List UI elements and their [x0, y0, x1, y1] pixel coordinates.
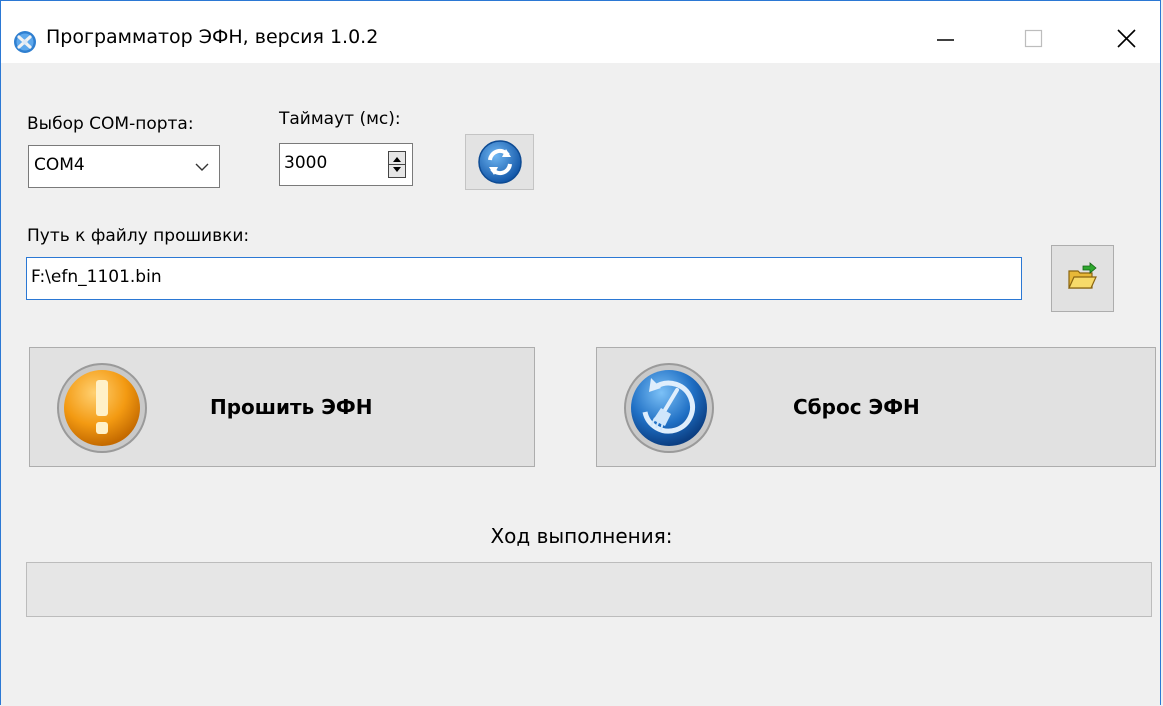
flash-button[interactable]: Прошить ЭФН	[29, 347, 535, 467]
progress-bar	[26, 562, 1152, 617]
timeout-spin-buttons[interactable]	[388, 151, 406, 178]
refresh-icon	[478, 140, 522, 184]
progress-label: Ход выполнения:	[490, 524, 673, 548]
close-icon	[1117, 29, 1136, 48]
firmware-path-input[interactable]: F:\efn_1101.bin	[26, 257, 1022, 300]
port-label: Выбор COM-порта:	[27, 114, 194, 134]
broom-reset-icon	[624, 363, 714, 453]
timeout-stepper[interactable]: 3000	[279, 143, 413, 186]
chevron-down-icon	[195, 163, 209, 171]
open-folder-icon	[1068, 262, 1097, 289]
maximize-icon	[1024, 29, 1043, 48]
minimize-button[interactable]	[921, 15, 967, 61]
maximize-button[interactable]	[1013, 15, 1059, 61]
firmware-path-value: F:\efn_1101.bin	[31, 267, 162, 287]
close-button[interactable]	[1104, 15, 1150, 61]
refresh-ports-button[interactable]	[465, 134, 534, 190]
port-select-value: COM4	[34, 155, 85, 175]
port-select[interactable]: COM4	[28, 145, 220, 188]
main-window: Программатор ЭФН, версия 1.0.2 Выбор COM…	[0, 0, 1161, 705]
reset-button[interactable]: Сброс ЭФН	[596, 347, 1156, 467]
spin-arrows-icon	[389, 157, 405, 172]
window-title: Программатор ЭФН, версия 1.0.2	[46, 26, 379, 48]
flash-button-label: Прошить ЭФН	[210, 395, 373, 419]
firmware-path-label: Путь к файлу прошивки:	[27, 226, 250, 246]
timeout-label: Таймаут (мс):	[279, 109, 401, 129]
gear-cross-icon	[14, 31, 36, 53]
timeout-value: 3000	[284, 153, 328, 173]
warning-icon	[57, 363, 147, 453]
title-bar: Программатор ЭФН, версия 1.0.2	[1, 1, 1160, 63]
reset-button-label: Сброс ЭФН	[793, 395, 920, 419]
browse-file-button[interactable]	[1051, 245, 1114, 312]
minimize-icon	[937, 39, 954, 41]
